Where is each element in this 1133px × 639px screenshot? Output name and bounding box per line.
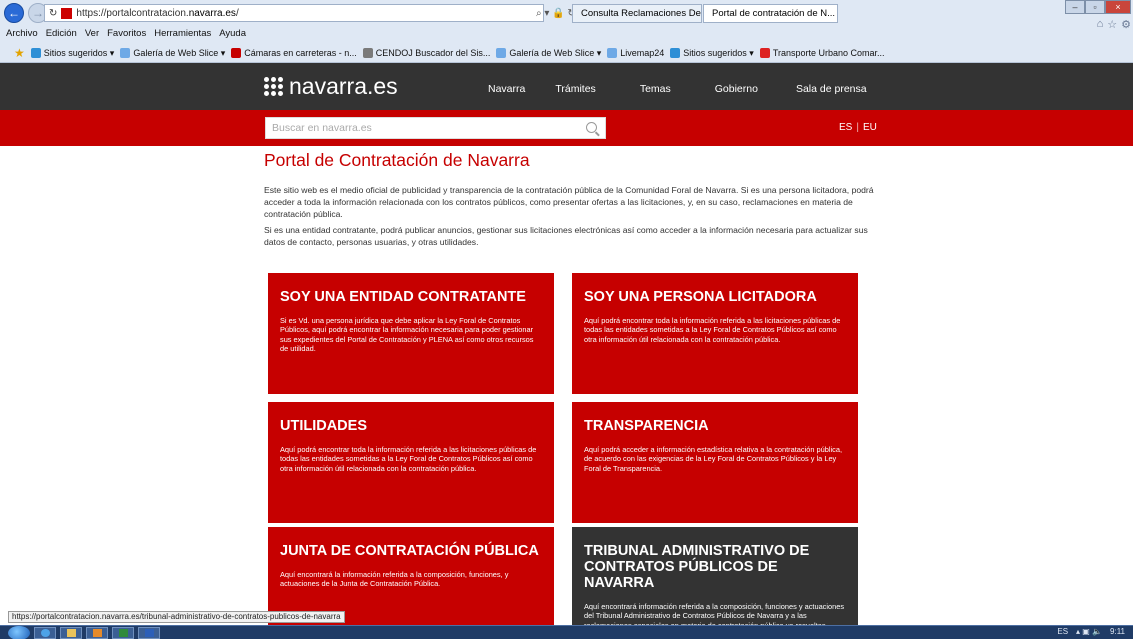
card-title: UTILIDADES <box>280 418 367 434</box>
tab-label: Consulta Reclamaciones Detalle <box>581 8 701 19</box>
favorite-link[interactable]: Sitios sugeridos ▾ <box>30 48 114 59</box>
intro-paragraph: Este sitio web es el medio oficial de pu… <box>264 185 874 220</box>
nav-sala-de-prensa[interactable]: Sala de prensa <box>796 83 867 95</box>
site-favicon <box>61 7 73 19</box>
card-transparencia[interactable]: TRANSPARENCIA Aquí podrá acceder a infor… <box>572 402 858 523</box>
taskbar-app-button[interactable] <box>86 626 108 639</box>
nav-gobierno[interactable]: Gobierno <box>715 83 758 95</box>
taskbar-word-button[interactable] <box>138 626 160 639</box>
main-nav: Navarra Trámites Temas Gobierno Sala de … <box>488 83 867 95</box>
card-text: Aquí podrá acceder a información estadís… <box>584 445 842 473</box>
start-button[interactable] <box>8 625 30 639</box>
url-prefix: https://portalcontratacion. <box>76 7 189 19</box>
menu-archivo[interactable]: Archivo <box>6 28 38 42</box>
favorites-star-icon[interactable]: ★ <box>14 46 25 60</box>
clock[interactable]: 9:11 <box>1110 627 1125 636</box>
favorite-link[interactable]: Cámaras en carreteras - n... <box>231 48 357 58</box>
card-title: SOY UNA PERSONA LICITADORA <box>584 289 817 305</box>
favorite-link[interactable]: Galería de Web Slice ▾ <box>120 48 225 59</box>
page-title: Portal de Contratación de Navarra <box>264 150 530 170</box>
favorite-icon <box>759 48 770 58</box>
favorite-icon <box>30 48 41 58</box>
menu-herramientas[interactable]: Herramientas <box>154 28 211 42</box>
card-title: SOY UNA ENTIDAD CONTRATANTE <box>280 289 526 305</box>
url-domain: navarra.es <box>188 7 236 19</box>
favorite-link[interactable]: Transporte Urbano Comar... <box>759 48 885 58</box>
search-box <box>265 117 606 139</box>
logo-text: navarra.es <box>289 73 398 99</box>
nav-navarra[interactable]: Navarra <box>488 83 525 95</box>
card-persona-licitadora[interactable]: SOY UNA PERSONA LICITADORA Aquí podrá en… <box>572 273 858 394</box>
favorite-link[interactable]: Sitios sugeridos ▾ <box>670 48 754 59</box>
address-tools[interactable]: ⌕ ▾ 🔒 ↻ <box>536 4 576 22</box>
favorite-icon <box>231 48 242 58</box>
close-window-button[interactable]: × <box>1105 0 1131 14</box>
card-text: Si es Vd. una persona jurídica que debe … <box>280 316 534 354</box>
nav-tramites[interactable]: Trámites <box>555 83 595 95</box>
favorite-icon <box>120 48 131 58</box>
logo-dots-icon <box>264 77 283 96</box>
card-text: Aquí podrá encontrar toda la información… <box>584 316 841 344</box>
taskbar-ie-button[interactable] <box>34 626 56 639</box>
tray-language[interactable]: ES <box>1057 627 1068 636</box>
url-suffix: / <box>235 7 239 19</box>
lang-es[interactable]: ES <box>839 122 852 133</box>
site-header: navarra.es Navarra Trámites Temas Gobier… <box>0 63 1133 110</box>
tab-consulta-reclamaciones[interactable]: Consulta Reclamaciones Detalle <box>572 4 702 23</box>
card-tribunal-administrativo[interactable]: TRIBUNAL ADMINISTRATIVO DE CONTRATOS PÚB… <box>572 527 858 630</box>
back-button[interactable]: ← <box>4 3 24 23</box>
tab-portal-contratacion[interactable]: Portal de contratación de N... × <box>703 4 838 23</box>
main-content: Portal de Contratación de Navarra Este s… <box>264 150 874 248</box>
nav-temas[interactable]: Temas <box>640 83 671 95</box>
favorite-link[interactable]: Livemap24 <box>607 48 664 58</box>
card-title: TRANSPARENCIA <box>584 418 709 434</box>
menu-ayuda[interactable]: Ayuda <box>219 28 246 42</box>
favorite-icon <box>607 48 618 58</box>
app-icon <box>92 628 102 637</box>
menu-edicion[interactable]: Edición <box>46 28 77 42</box>
card-text: Aquí encontrará la información referida … <box>280 570 509 589</box>
status-bar-url: https://portalcontratacion.navarra.es/tr… <box>8 611 345 623</box>
card-utilidades[interactable]: UTILIDADES Aquí podrá encontrar toda la … <box>268 402 554 523</box>
browser-chrome: ← → ↻ https://portalcontratacion. navarra… <box>0 0 1133 63</box>
search-input[interactable] <box>266 118 566 138</box>
taskbar-excel-button[interactable] <box>112 626 134 639</box>
word-icon <box>144 628 154 637</box>
excel-icon <box>118 628 128 637</box>
tray-icons[interactable]: ▴ ▣ 🔈 <box>1076 627 1102 636</box>
card-text: Aquí podrá encontrar toda la información… <box>280 445 537 473</box>
taskbar-explorer-button[interactable] <box>60 626 82 639</box>
folder-icon <box>66 628 76 637</box>
address-bar[interactable]: ↻ https://portalcontratacion. navarra.es / <box>44 4 544 22</box>
window-controls: – ▫ × <box>1065 0 1131 14</box>
ie-icon <box>40 628 50 637</box>
maximize-button[interactable]: ▫ <box>1085 0 1105 14</box>
lang-separator: | <box>856 122 859 133</box>
tab-label: Portal de contratación de N... <box>712 8 836 19</box>
menu-favoritos[interactable]: Favoritos <box>107 28 146 42</box>
refresh-icon[interactable]: ↻ <box>49 8 57 19</box>
favorite-icon <box>670 48 681 58</box>
language-switch: ES | EU <box>839 122 877 133</box>
intro-paragraph: Si es una entidad contratante, podrá pub… <box>264 224 868 247</box>
lang-eu[interactable]: EU <box>863 122 877 133</box>
favorites-bar: ★ Sitios sugeridos ▾ Galería de Web Slic… <box>0 44 1133 62</box>
search-bar-strip: ES | EU <box>0 110 1133 146</box>
card-title: JUNTA DE CONTRATACIÓN PÚBLICA <box>280 543 539 559</box>
site-logo[interactable]: navarra.es <box>264 73 398 100</box>
taskbar: ES ▴ ▣ 🔈 9:11 <box>0 625 1133 639</box>
favorite-link[interactable]: Galería de Web Slice ▾ <box>496 48 601 59</box>
card-title: TRIBUNAL ADMINISTRATIVO DE CONTRATOS PÚB… <box>584 543 810 591</box>
system-tray: ES ▴ ▣ 🔈 9:11 <box>1057 627 1125 636</box>
favorite-link[interactable]: CENDOJ Buscador del Sis... <box>362 48 490 58</box>
menu-ver[interactable]: Ver <box>85 28 99 42</box>
minimize-button[interactable]: – <box>1065 0 1085 14</box>
menu-bar: Archivo Edición Ver Favoritos Herramient… <box>0 28 1133 42</box>
search-icon[interactable] <box>586 122 597 133</box>
favorite-icon <box>362 48 373 58</box>
card-entidad-contratante[interactable]: SOY UNA ENTIDAD CONTRATANTE Si es Vd. un… <box>268 273 554 394</box>
favorite-icon <box>496 48 507 58</box>
